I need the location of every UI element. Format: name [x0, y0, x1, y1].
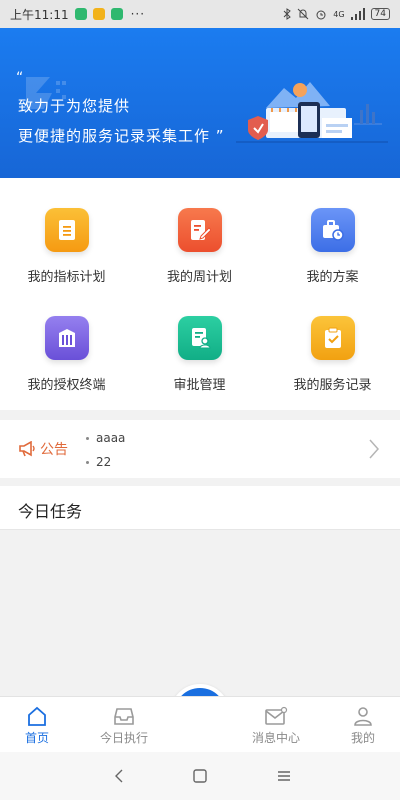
section-title: 今日任务 [18, 502, 83, 521]
grid-item-label: 我的方案 [306, 270, 359, 285]
today-tasks-section: 今日任务 [0, 486, 400, 530]
signal-icon [350, 8, 365, 20]
feature-grid: 我的指标计划 我的周计划 我的方案 我的授权终端 审批管理 我的服务记录 [0, 178, 400, 410]
grid-item-weekly-plan[interactable]: 我的周计划 [133, 178, 266, 288]
grid-item-label: 我的指标计划 [27, 270, 106, 285]
grid-item-my-plan[interactable]: 我的方案 [266, 178, 399, 288]
megaphone-icon [19, 441, 35, 457]
list-doc-icon [44, 208, 89, 252]
app-notification-icon [92, 8, 105, 20]
announcement-label: 公告 [40, 442, 68, 458]
status-bar: 上午11:11 ··· 4G 74 [0, 0, 400, 28]
tab-message-center[interactable]: 消息中心 [236, 697, 316, 753]
bottom-tab-bar: 首页 今日执行 消息中心 我的 [0, 696, 400, 752]
tab-home[interactable]: 首页 [0, 697, 77, 753]
user-icon [354, 707, 372, 726]
menu-icon[interactable] [276, 768, 292, 784]
announcement-tag: 公告 [18, 439, 68, 459]
briefcase-clock-icon [310, 208, 355, 252]
hero-banner: “ 致力于为您提供 更便捷的服务记录采集工作 ” [0, 28, 400, 178]
grid-item-authorized-terminal[interactable]: 我的授权终端 [0, 286, 133, 396]
battery-indicator: 74 [370, 8, 390, 20]
building-icon [44, 316, 89, 360]
grid-item-label: 我的服务记录 [293, 378, 372, 393]
clipboard-check-icon [310, 316, 355, 360]
home-button-icon[interactable] [192, 768, 208, 784]
tab-today-execution[interactable]: 今日执行 [84, 697, 164, 753]
home-icon [28, 706, 46, 726]
announcement-bar[interactable]: 公告 aaaa 22 [0, 420, 400, 478]
edit-doc-icon [177, 208, 222, 252]
app-notification-icon [110, 8, 123, 20]
announcement-item[interactable]: 22 [86, 452, 125, 476]
inbox-icon [114, 708, 134, 725]
chevron-right-icon[interactable] [368, 438, 380, 460]
app-notification-icon [74, 8, 87, 20]
status-time: 上午11:11 [10, 7, 69, 22]
tab-mine[interactable]: 我的 [323, 697, 400, 753]
announcement-list: aaaa 22 [86, 428, 125, 476]
bluetooth-icon [283, 8, 292, 20]
silent-icon [297, 8, 309, 20]
banner-slogan-line2: 更便捷的服务记录采集工作 ” [18, 127, 225, 145]
system-navigation-bar [0, 752, 400, 800]
banner-quote-mark: “ [16, 70, 24, 86]
alarm-icon [316, 10, 326, 20]
network-label: 4G [333, 9, 345, 19]
grid-item-label: 我的周计划 [166, 270, 232, 285]
grid-item-label: 我的授权终端 [27, 378, 106, 393]
grid-item-service-record[interactable]: 我的服务记录 [266, 286, 399, 396]
grid-item-approval[interactable]: 审批管理 [133, 286, 266, 396]
banner-illustration [236, 82, 388, 143]
mail-icon [265, 706, 288, 725]
announcement-item[interactable]: aaaa [86, 428, 125, 452]
back-icon[interactable] [112, 768, 128, 784]
grid-item-indicator-plan[interactable]: 我的指标计划 [0, 178, 133, 288]
more-notifications-icon: ··· [130, 7, 146, 21]
banner-slogan-line1: 致力于为您提供 [18, 97, 131, 115]
approval-doc-icon [177, 316, 222, 360]
grid-item-label: 审批管理 [173, 378, 226, 393]
